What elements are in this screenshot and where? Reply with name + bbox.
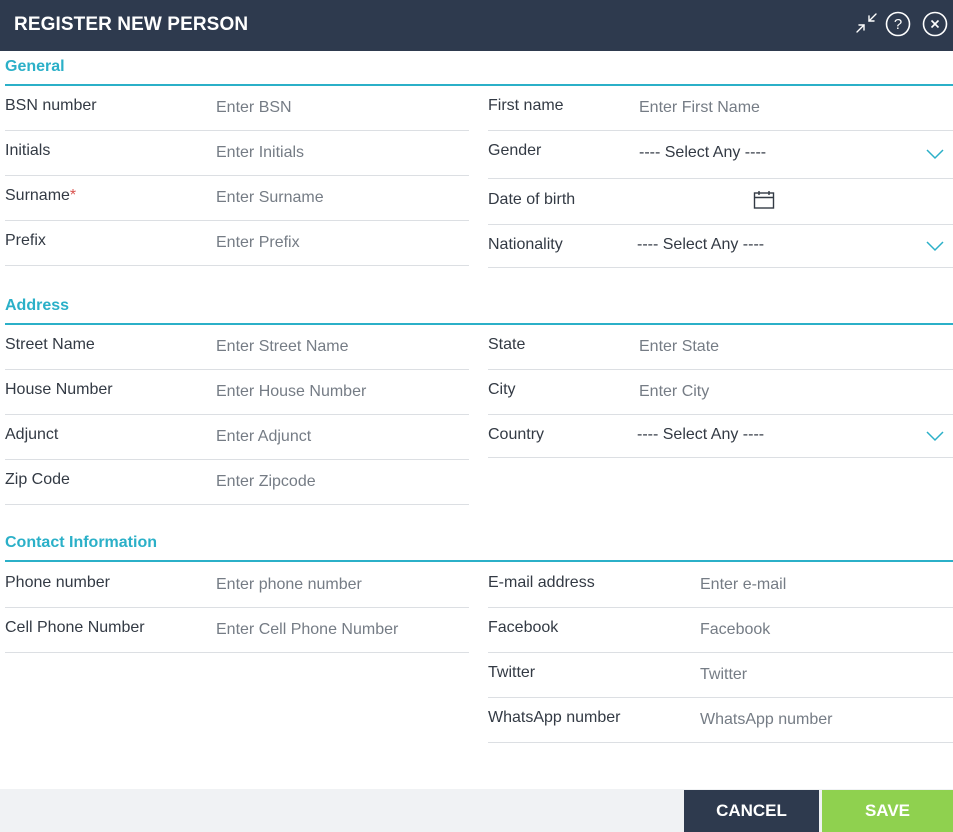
- gender-select[interactable]: ---- Select Any ----: [639, 144, 766, 162]
- surname-row: Surname*: [5, 176, 469, 221]
- whatsapp-label: WhatsApp number: [488, 709, 621, 726]
- help-icon[interactable]: ?: [885, 11, 911, 37]
- calendar-icon[interactable]: [753, 190, 775, 210]
- email-row: E-mail address: [488, 562, 953, 608]
- gender-row: Gender ---- Select Any ----: [488, 131, 953, 179]
- whatsapp-input[interactable]: [700, 709, 940, 731]
- adjunct-input[interactable]: [216, 426, 456, 448]
- state-label: State: [488, 336, 526, 353]
- zip-row: Zip Code: [5, 460, 469, 505]
- twitter-label: Twitter: [488, 664, 536, 681]
- cell-phone-label: Cell Phone Number: [5, 619, 145, 636]
- first-name-input[interactable]: [639, 97, 939, 119]
- initials-row: Initials: [5, 131, 469, 176]
- nationality-label: Nationality: [488, 236, 563, 253]
- city-label: City: [488, 381, 516, 398]
- first-name-row: First name: [488, 86, 953, 131]
- first-name-label: First name: [488, 97, 564, 114]
- cell-phone-input[interactable]: [216, 619, 456, 641]
- phone-row: Phone number: [5, 562, 469, 608]
- street-input[interactable]: [216, 336, 456, 358]
- initials-label: Initials: [5, 142, 51, 159]
- country-label: Country: [488, 426, 545, 443]
- close-icon[interactable]: [922, 11, 948, 37]
- bsn-label: BSN number: [5, 97, 97, 114]
- house-number-input[interactable]: [216, 381, 456, 403]
- dob-label: Date of birth: [488, 191, 576, 208]
- state-input[interactable]: [639, 336, 939, 358]
- chevron-down-icon[interactable]: [926, 240, 944, 252]
- twitter-row: Twitter: [488, 653, 953, 698]
- city-input[interactable]: [639, 381, 939, 403]
- cell-phone-row: Cell Phone Number: [5, 608, 469, 653]
- initials-input[interactable]: [216, 142, 456, 164]
- email-input[interactable]: [700, 574, 940, 596]
- section-address-title: Address: [5, 297, 70, 314]
- cancel-button[interactable]: CANCEL: [684, 790, 819, 832]
- phone-label: Phone number: [5, 574, 110, 591]
- bsn-input[interactable]: [216, 97, 456, 119]
- facebook-row: Facebook: [488, 608, 953, 653]
- house-number-label: House Number: [5, 381, 113, 398]
- surname-label-text: Surname: [5, 187, 70, 204]
- city-row: City: [488, 370, 953, 415]
- prefix-input[interactable]: [216, 232, 456, 254]
- svg-text:?: ?: [894, 16, 902, 33]
- nationality-row: Nationality ---- Select Any ----: [488, 225, 953, 268]
- required-mark: *: [69, 187, 77, 204]
- adjunct-label: Adjunct: [5, 426, 59, 443]
- dialog-title: REGISTER NEW PERSON: [14, 14, 249, 35]
- save-button[interactable]: SAVE: [822, 790, 953, 832]
- collapse-icon[interactable]: [854, 11, 880, 37]
- surname-label: Surname*: [5, 187, 76, 205]
- country-row: Country ---- Select Any ----: [488, 415, 953, 458]
- gender-label: Gender: [488, 142, 542, 159]
- zip-input[interactable]: [216, 471, 456, 493]
- nationality-select[interactable]: ---- Select Any ----: [637, 236, 764, 254]
- prefix-row: Prefix: [5, 221, 469, 266]
- state-row: State: [488, 325, 953, 370]
- section-general-title: General: [5, 58, 65, 75]
- whatsapp-row: WhatsApp number: [488, 698, 953, 743]
- section-contact-title: Contact Information: [5, 534, 157, 551]
- street-row: Street Name: [5, 325, 469, 370]
- dialog-header: REGISTER NEW PERSON ?: [0, 0, 953, 51]
- twitter-input[interactable]: [700, 664, 940, 686]
- email-label: E-mail address: [488, 574, 595, 591]
- facebook-label: Facebook: [488, 619, 559, 636]
- street-label: Street Name: [5, 336, 95, 353]
- bsn-row: BSN number: [5, 86, 469, 131]
- chevron-down-icon[interactable]: [926, 148, 944, 160]
- house-number-row: House Number: [5, 370, 469, 415]
- surname-input[interactable]: [216, 187, 456, 209]
- facebook-input[interactable]: [700, 619, 940, 641]
- prefix-label: Prefix: [5, 232, 46, 249]
- country-select[interactable]: ---- Select Any ----: [637, 426, 764, 444]
- zip-label: Zip Code: [5, 471, 70, 488]
- phone-input[interactable]: [216, 574, 456, 596]
- adjunct-row: Adjunct: [5, 415, 469, 460]
- dob-row: Date of birth: [488, 179, 953, 225]
- chevron-down-icon[interactable]: [926, 430, 944, 442]
